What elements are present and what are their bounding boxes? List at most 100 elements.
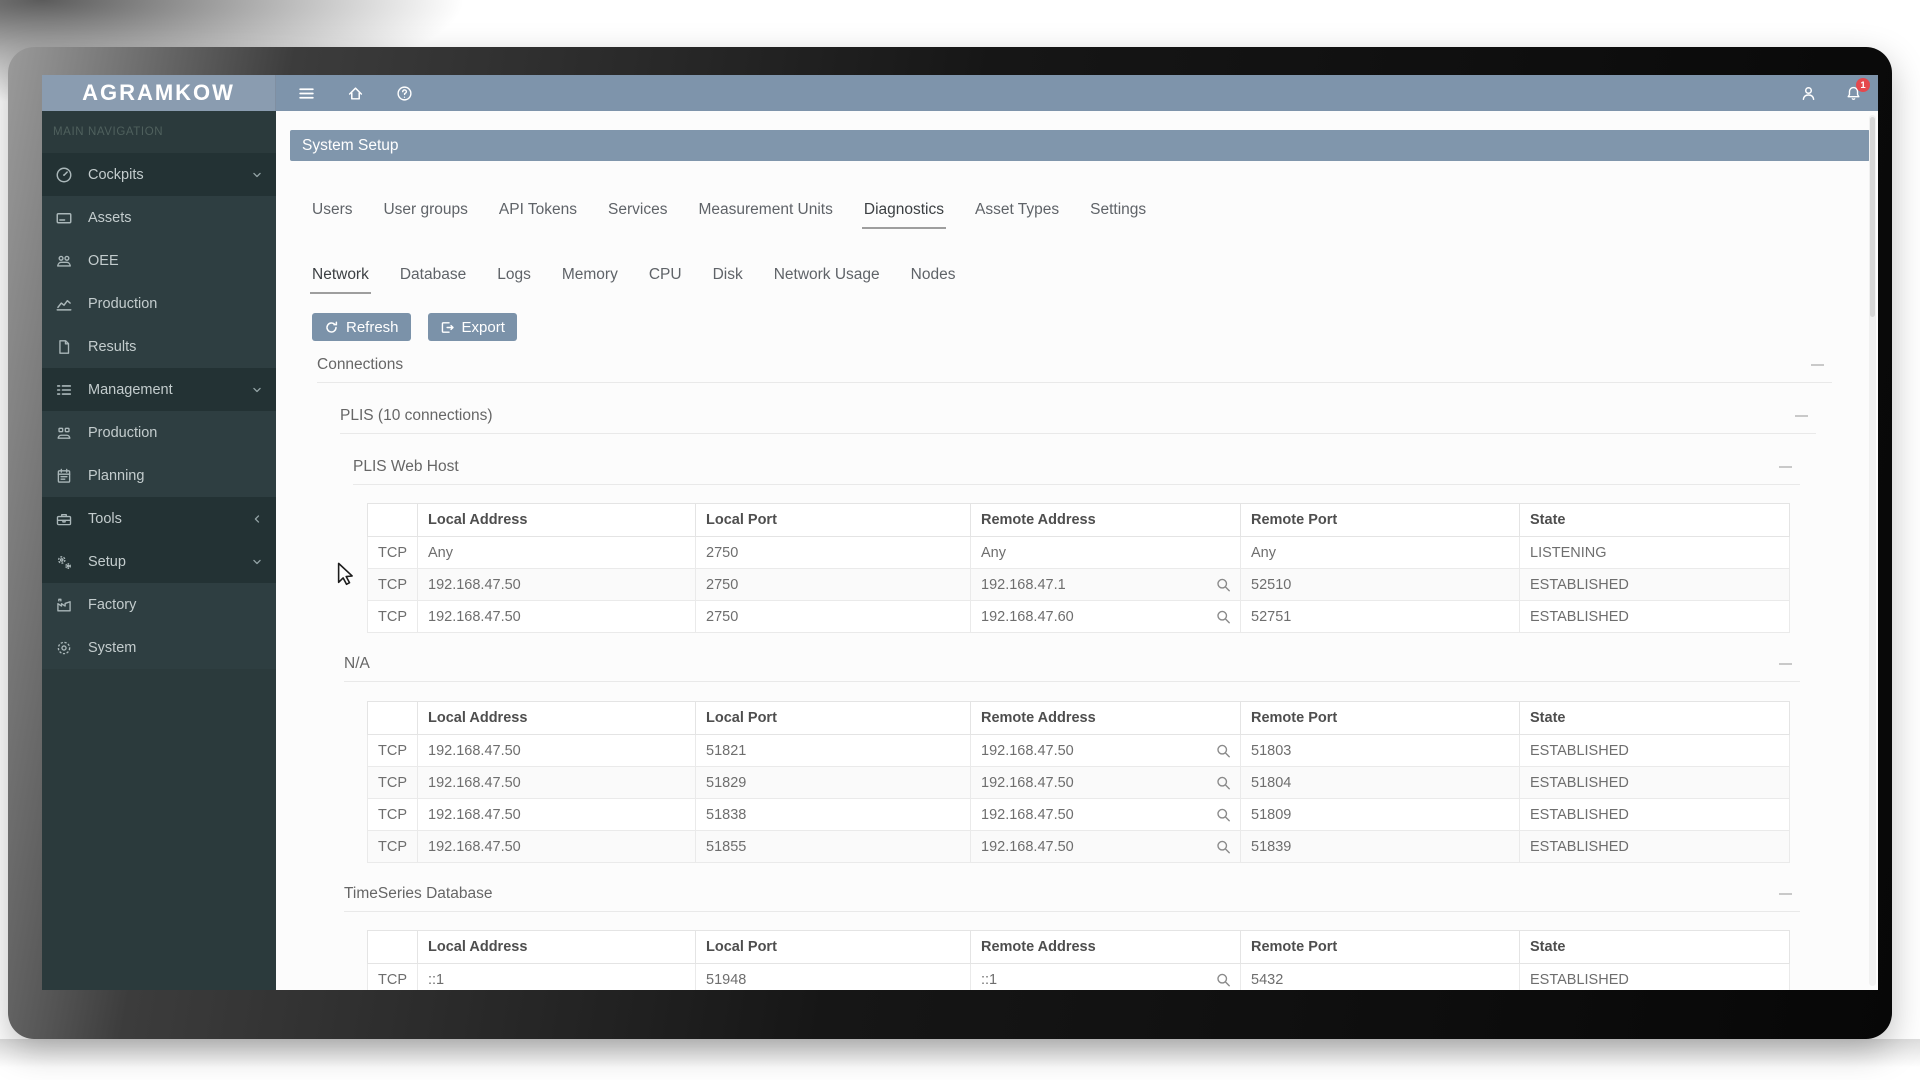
main-tab[interactable]: Measurement Units bbox=[698, 201, 832, 228]
main-tab[interactable]: Settings bbox=[1090, 201, 1146, 228]
sidebar-item[interactable]: Tools bbox=[42, 497, 276, 540]
main-tab[interactable]: Users bbox=[312, 201, 352, 228]
sidebar-item[interactable]: Management bbox=[42, 368, 276, 411]
main-tab[interactable]: Services bbox=[608, 201, 667, 228]
network-toolbar: Refresh Export bbox=[312, 313, 517, 341]
sub-tab[interactable]: Memory bbox=[562, 266, 618, 293]
column-header bbox=[367, 503, 418, 537]
column-header: Remote Port bbox=[1240, 930, 1520, 964]
app-logo: AGRAMKOW bbox=[42, 75, 276, 111]
sub-tab[interactable]: Database bbox=[400, 266, 466, 293]
local-port-cell: 2750 bbox=[695, 600, 971, 633]
protocol-cell: TCP bbox=[367, 830, 418, 863]
search-icon[interactable] bbox=[1215, 838, 1232, 855]
sidebar-items: Cockpits Assets OEE Production Results M… bbox=[42, 153, 276, 669]
scrollbar-thumb[interactable] bbox=[1870, 117, 1875, 317]
sidebar-item-label: Factory bbox=[88, 596, 137, 613]
sub-tab[interactable]: Disk bbox=[713, 266, 743, 293]
collapse-icon[interactable] bbox=[1811, 364, 1824, 366]
export-icon bbox=[441, 321, 454, 333]
sidebar-item[interactable]: Setup bbox=[42, 540, 276, 583]
local-port-cell: 51948 bbox=[695, 963, 971, 990]
state-cell: ESTABLISHED bbox=[1519, 830, 1790, 863]
plis-group-header[interactable]: PLIS (10 connections) bbox=[340, 407, 1816, 434]
protocol-cell: TCP bbox=[367, 600, 418, 633]
connection-row: TCP 192.168.47.50 51855 192.168.47.50 51… bbox=[367, 830, 1790, 863]
notification-badge: 1 bbox=[1856, 78, 1870, 92]
timeseries-database-table: Local Address Local Port Remote Address Rem… bbox=[367, 930, 1790, 990]
collapse-icon[interactable] bbox=[1779, 893, 1792, 895]
collapse-icon[interactable] bbox=[1779, 663, 1792, 665]
sub-tab[interactable]: Nodes bbox=[911, 266, 956, 293]
main-tab-bar: Users User groups API Tokens Services Me… bbox=[312, 201, 1146, 229]
search-icon[interactable] bbox=[1215, 971, 1232, 988]
connection-row: TCP Any 2750 Any Any LISTENING bbox=[367, 536, 1790, 569]
sub-tab[interactable]: Network Usage bbox=[774, 266, 880, 293]
column-header bbox=[367, 930, 418, 964]
gears-icon bbox=[55, 553, 73, 571]
sidebar-item-label: Production bbox=[88, 295, 158, 312]
search-icon[interactable] bbox=[1215, 608, 1232, 625]
collapse-icon[interactable] bbox=[1795, 415, 1808, 417]
section-plis-group: PLIS (10 connections) bbox=[340, 407, 1816, 434]
search-icon[interactable] bbox=[1215, 774, 1232, 791]
column-header: Remote Address bbox=[970, 503, 1241, 537]
sub-tab[interactable]: CPU bbox=[649, 266, 682, 293]
timeseries-database-header[interactable]: TimeSeries Database bbox=[344, 885, 1800, 912]
sidebar-item[interactable]: Planning bbox=[42, 454, 276, 497]
machines-icon bbox=[55, 252, 73, 270]
chevron-left-icon bbox=[250, 512, 264, 526]
local-address-cell: 192.168.47.50 bbox=[417, 734, 696, 767]
column-header: Local Address bbox=[417, 503, 696, 537]
protocol-cell: TCP bbox=[367, 963, 418, 990]
column-header: Remote Address bbox=[970, 701, 1241, 735]
search-icon[interactable] bbox=[1215, 576, 1232, 593]
state-cell: ESTABLISHED bbox=[1519, 798, 1790, 831]
connection-row: TCP ::1 51948 ::1 5432 ESTABLISHED bbox=[367, 963, 1790, 990]
sidebar-item[interactable]: OEE bbox=[42, 239, 276, 282]
sidebar-item[interactable]: Production bbox=[42, 282, 276, 325]
connections-header[interactable]: Connections bbox=[317, 356, 1832, 383]
sidebar-item[interactable]: Production bbox=[42, 411, 276, 454]
sidebar-item-label: Management bbox=[88, 381, 173, 398]
bell-icon[interactable]: 1 bbox=[1844, 78, 1870, 102]
local-address-cell: 192.168.47.50 bbox=[417, 568, 696, 601]
column-header: Local Address bbox=[417, 701, 696, 735]
sidebar-item[interactable]: Assets bbox=[42, 196, 276, 239]
home-icon[interactable] bbox=[346, 84, 364, 102]
main-tab[interactable]: Diagnostics bbox=[861, 201, 947, 229]
sidebar-item[interactable]: System bbox=[42, 626, 276, 669]
collapse-icon[interactable] bbox=[1779, 466, 1792, 468]
document-icon bbox=[55, 338, 73, 356]
remote-address-cell: 192.168.47.1 bbox=[970, 568, 1241, 601]
column-header: Remote Address bbox=[970, 930, 1241, 964]
na-header[interactable]: N/A bbox=[344, 655, 1800, 682]
sidebar-item[interactable]: Factory bbox=[42, 583, 276, 626]
search-icon[interactable] bbox=[1215, 806, 1232, 823]
refresh-icon bbox=[326, 321, 338, 333]
main-tab[interactable]: Asset Types bbox=[975, 201, 1059, 228]
remote-port-cell: 52751 bbox=[1240, 600, 1520, 633]
state-cell: ESTABLISHED bbox=[1519, 734, 1790, 767]
sidebar-item[interactable]: Cockpits bbox=[42, 153, 276, 196]
user-icon[interactable] bbox=[1799, 84, 1817, 102]
photo-stage: AGRAMKOW 1 MAIN NAVIGATION Cockpits Asse… bbox=[0, 0, 1920, 1080]
plis-web-host-header[interactable]: PLIS Web Host bbox=[353, 458, 1800, 485]
sidebar-item-label: Results bbox=[88, 338, 137, 355]
menu-icon[interactable] bbox=[297, 84, 315, 102]
sub-tab[interactable]: Logs bbox=[497, 266, 531, 293]
search-icon[interactable] bbox=[1215, 742, 1232, 759]
sub-tab[interactable]: Network bbox=[310, 266, 371, 294]
main-tab[interactable]: User groups bbox=[383, 201, 467, 228]
remote-port-cell: 51809 bbox=[1240, 798, 1520, 831]
sidebar-item[interactable]: Results bbox=[42, 325, 276, 368]
remote-port-cell: 5432 bbox=[1240, 963, 1520, 990]
refresh-button[interactable]: Refresh bbox=[312, 313, 411, 341]
export-button[interactable]: Export bbox=[427, 313, 517, 341]
remote-address-cell: 192.168.47.50 bbox=[970, 766, 1241, 799]
vertical-scrollbar[interactable] bbox=[1869, 115, 1876, 986]
remote-port-cell: 51804 bbox=[1240, 766, 1520, 799]
topbar-right-icons: 1 bbox=[1799, 75, 1870, 111]
help-icon[interactable] bbox=[395, 84, 413, 102]
main-tab[interactable]: API Tokens bbox=[499, 201, 577, 228]
